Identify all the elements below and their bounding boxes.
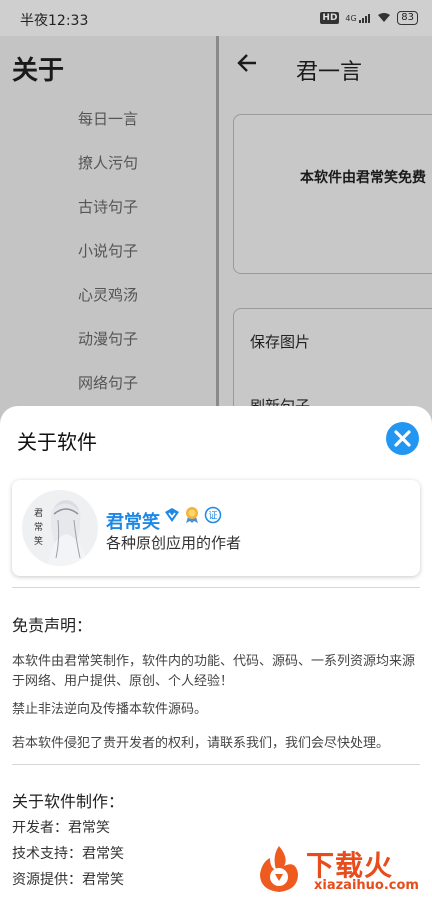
drawer-item-novel[interactable]: 小说句子 [78,240,138,261]
svg-text:君: 君 [34,508,43,519]
battery-indicator: 83 [397,11,418,25]
drawer-item-poetry[interactable]: 古诗句子 [78,196,138,217]
author-name[interactable]: 君常笑 [106,508,160,534]
drawer-title: 关于 [12,56,65,86]
drawer-item-soul[interactable]: 心灵鸡汤 [78,284,138,305]
close-button[interactable] [386,422,419,455]
page-title: 君一言 [296,60,363,85]
author-card[interactable]: 君 常 笑 君常笑 证 各种原创应用的作者 [12,480,420,576]
status-time: 半夜12:33 [20,13,89,29]
quote-text: 本软件由君常笑免费 [300,170,426,186]
status-bar: 半夜12:33 HD 4G 83 [0,0,432,36]
flame-logo-icon [260,846,298,892]
wifi-icon [377,12,391,25]
disclaimer-title: 免责声明： [12,616,93,635]
watermark-url: xiazaihuo.com [314,878,419,893]
nav-drawer: 关于 每日一言 撩人污句 古诗句子 小说句子 心灵鸡汤 动漫句子 网络句子 [0,36,216,436]
author-badges: 证 [164,506,222,528]
quote-card: 本软件由君常笑免费 [233,114,432,274]
credit-developer: 开发者：君常笑 [12,820,110,836]
disclaimer-paragraph-2: 禁止非法逆向及传播本软件源码。 [12,702,208,717]
close-icon [394,430,411,447]
medal-icon [184,506,200,528]
drawer-item-flirty[interactable]: 撩人污句 [78,152,138,173]
disclaimer-paragraph-1: 本软件由君常笑制作，软件内的功能、代码、源码、一系列资源均来源于网络、用户提供、… [12,654,416,689]
credit-tech-support: 技术支持：君常笑 [12,846,124,862]
divider [12,587,420,588]
certified-icon: 证 [204,506,222,528]
signal-icon: 4G [345,13,371,23]
verified-v-icon [164,507,180,527]
svg-text:笑: 笑 [34,535,43,547]
credit-resources: 资源提供：君常笑 [12,872,124,888]
certified-label: 证 [209,511,218,522]
status-icons: HD 4G 83 [320,11,418,25]
author-description: 各种原创应用的作者 [106,534,242,552]
network-type: 4G [345,13,357,23]
drawer-item-internet[interactable]: 网络句子 [78,372,138,393]
sheet-title: 关于软件 [17,430,97,454]
about-sheet: 关于软件 君 常 笑 君常笑 证 各种原创应用的作者 免责声明： 本软件由君常笑… [0,406,432,900]
divider [12,764,420,765]
drawer-item-anime[interactable]: 动漫句子 [78,328,138,349]
disclaimer-paragraph-3: 若本软件侵犯了贵开发者的权利，请联系我们，我们会尽快处理。 [12,736,390,751]
avatar: 君 常 笑 [22,490,98,566]
drawer-divider [216,36,219,436]
credits-title: 关于软件制作： [12,792,125,811]
save-image-button[interactable]: 保存图片 [250,331,310,352]
watermark-logo: 下载火 xiazaihuo.com [256,844,428,896]
svg-text:常: 常 [34,521,43,533]
hd-icon: HD [320,12,340,24]
back-arrow-icon[interactable] [236,52,258,80]
drawer-item-daily[interactable]: 每日一言 [78,108,138,129]
